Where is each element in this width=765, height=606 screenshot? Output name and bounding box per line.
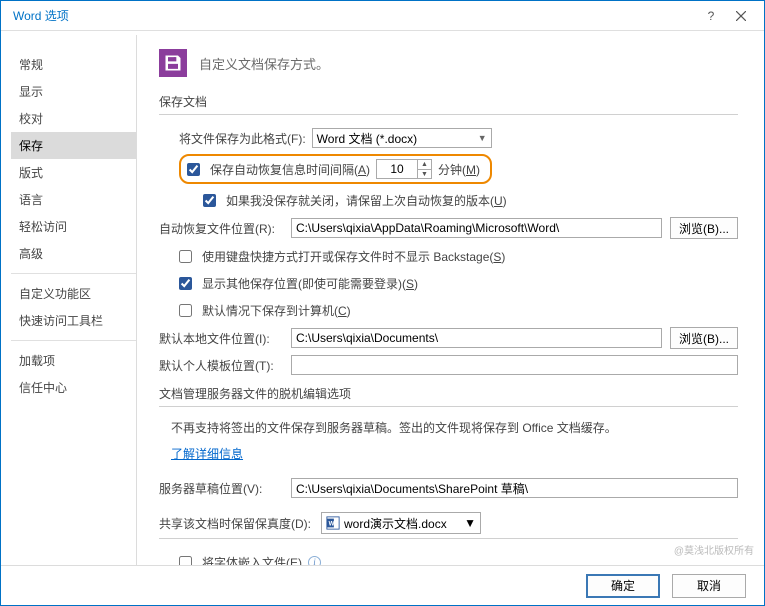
sidebar-item-display[interactable]: 显示 bbox=[11, 78, 136, 105]
sidebar-item-advanced[interactable]: 高级 bbox=[11, 240, 136, 267]
learn-more-link[interactable]: 了解详细信息 bbox=[171, 445, 243, 462]
keep-last-label: 如果我没保存就关闭，请保留上次自动恢复的版本(U) bbox=[226, 192, 507, 209]
backstage-label: 使用键盘快捷方式打开或保存文件时不显示 Backstage(S) bbox=[202, 248, 505, 265]
window-title: Word 选项 bbox=[9, 7, 696, 24]
autosave-checkbox[interactable] bbox=[187, 163, 200, 176]
sidebar-item-save[interactable]: 保存 bbox=[11, 132, 136, 159]
info-icon[interactable]: i bbox=[308, 556, 321, 566]
template-loc-label: 默认个人模板位置(T): bbox=[159, 357, 283, 374]
recover-loc-input[interactable] bbox=[291, 218, 662, 238]
autosave-minutes-spinner[interactable]: ▲ ▼ bbox=[376, 159, 432, 179]
browse-local-button[interactable]: 浏览(B)... bbox=[670, 327, 738, 349]
draft-loc-input[interactable] bbox=[291, 478, 738, 498]
offline-desc: 不再支持将签出的文件保存到服务器草稿。签出的文件现将保存到 Office 文档缓… bbox=[171, 419, 738, 437]
embed-fonts-label: 将字体嵌入文件(E) bbox=[202, 554, 302, 566]
sidebar-item-ribbon[interactable]: 自定义功能区 bbox=[11, 280, 136, 307]
close-button[interactable] bbox=[726, 1, 756, 31]
save-icon bbox=[159, 49, 187, 77]
other-loc-checkbox[interactable] bbox=[179, 277, 192, 290]
browse-recover-button[interactable]: 浏览(B)... bbox=[670, 217, 738, 239]
watermark: @莫浅北版权所有 bbox=[674, 542, 754, 557]
svg-text:W: W bbox=[329, 521, 335, 528]
word-doc-icon: W bbox=[326, 516, 340, 530]
cancel-button[interactable]: 取消 bbox=[672, 574, 746, 598]
page-title: 自定义文档保存方式。 bbox=[199, 54, 329, 73]
sidebar-item-layout[interactable]: 版式 bbox=[11, 159, 136, 186]
fidelity-doc-select[interactable]: W word演示文档.docx ▼ bbox=[321, 512, 481, 534]
sidebar-item-general[interactable]: 常规 bbox=[11, 51, 136, 78]
local-loc-input[interactable] bbox=[291, 328, 662, 348]
spinner-down[interactable]: ▼ bbox=[417, 169, 431, 178]
other-loc-label: 显示其他保存位置(即使可能需要登录)(S) bbox=[202, 275, 418, 292]
default-computer-checkbox[interactable] bbox=[179, 304, 192, 317]
chevron-down-icon: ▼ bbox=[478, 133, 487, 143]
format-select[interactable]: Word 文档 (*.docx) ▼ bbox=[312, 128, 492, 148]
section-save-docs: 保存文档 bbox=[159, 93, 738, 110]
backstage-checkbox[interactable] bbox=[179, 250, 192, 263]
local-loc-label: 默认本地文件位置(I): bbox=[159, 330, 283, 347]
template-loc-input[interactable] bbox=[291, 355, 738, 375]
sidebar-item-qat[interactable]: 快速访问工具栏 bbox=[11, 307, 136, 334]
sidebar-item-addins[interactable]: 加载项 bbox=[11, 347, 136, 374]
keep-last-checkbox[interactable] bbox=[203, 194, 216, 207]
spinner-up[interactable]: ▲ bbox=[417, 160, 431, 169]
minutes-label: 分钟(M) bbox=[438, 161, 480, 178]
sidebar-item-language[interactable]: 语言 bbox=[11, 186, 136, 213]
format-label: 将文件保存为此格式(F): bbox=[179, 130, 306, 147]
draft-loc-label: 服务器草稿位置(V): bbox=[159, 480, 283, 497]
sidebar-item-proofing[interactable]: 校对 bbox=[11, 105, 136, 132]
autosave-minutes-input[interactable] bbox=[377, 160, 417, 178]
sidebar-item-ease[interactable]: 轻松访问 bbox=[11, 213, 136, 240]
section-offline-edit: 文档管理服务器文件的脱机编辑选项 bbox=[159, 385, 738, 402]
recover-loc-label: 自动恢复文件位置(R): bbox=[159, 220, 283, 237]
help-button[interactable]: ? bbox=[696, 1, 726, 31]
autosave-label: 保存自动恢复信息时间间隔(A) bbox=[210, 161, 370, 178]
sidebar: 常规 显示 校对 保存 版式 语言 轻松访问 高级 自定义功能区 快速访问工具栏… bbox=[11, 35, 137, 565]
embed-fonts-checkbox[interactable] bbox=[179, 556, 192, 566]
default-computer-label: 默认情况下保存到计算机(C) bbox=[202, 302, 351, 319]
ok-button[interactable]: 确定 bbox=[586, 574, 660, 598]
sidebar-item-trust[interactable]: 信任中心 bbox=[11, 374, 136, 401]
chevron-down-icon: ▼ bbox=[464, 516, 476, 530]
section-fidelity: 共享该文档时保留保真度(D): bbox=[159, 515, 311, 532]
